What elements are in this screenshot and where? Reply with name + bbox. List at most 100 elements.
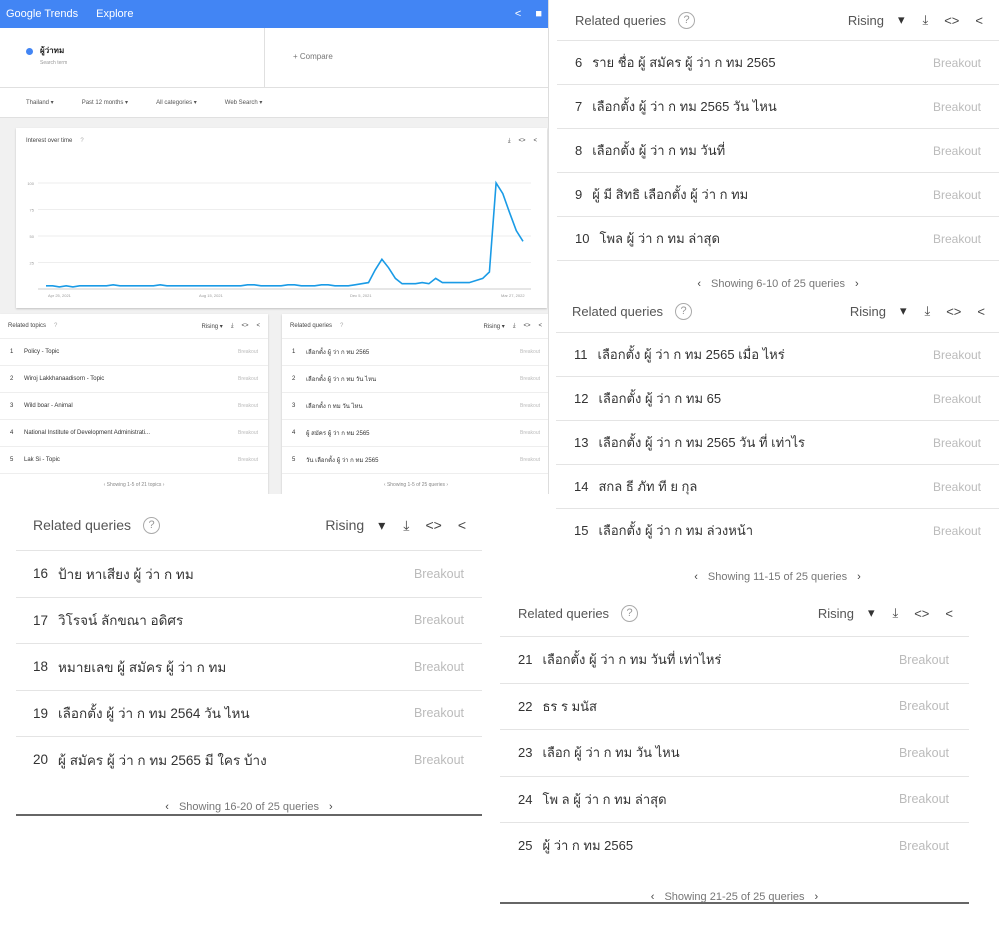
query-row[interactable]: 12 เลือกตั้ง ผู้ ว่า ก ทม 65 Breakout	[556, 376, 999, 420]
rising-dropdown[interactable]: Rising	[850, 304, 886, 319]
chevron-left-icon[interactable]: ‹	[651, 891, 655, 903]
compare-button[interactable]: + Compare	[265, 28, 333, 87]
query-row[interactable]: 4 ผู้ สมัคร ผู้ ว่า ก ทม 2565 Breakout	[282, 419, 548, 446]
query-row[interactable]: 5 วัน เลือกตั้ง ผู้ ว่า ก ทม 2565 Breakout	[282, 446, 548, 473]
download-icon[interactable]: ⤓	[892, 605, 898, 621]
query-row[interactable]: 13 เลือกตั้ง ผู้ ว่า ก ทม 2565 วัน ที่ เท…	[556, 420, 999, 464]
help-icon[interactable]: ?	[143, 516, 161, 534]
row-label[interactable]: เลือกตั้ง ผู้ ว่า ก ทม วันที่	[592, 140, 933, 161]
chevron-down-icon[interactable]: ▾	[898, 12, 905, 28]
row-label[interactable]: เลือกตั้ง ผู้ ว่า ก ทม วัน ไหน	[306, 374, 520, 384]
row-label[interactable]: เลือกตั้ง ผู้ ว่า ก ทม วันที่ เท่าไหร่	[542, 649, 899, 670]
embed-icon[interactable]: <>	[914, 606, 929, 621]
query-row[interactable]: 2 เลือกตั้ง ผู้ ว่า ก ทม วัน ไหน Breakout	[282, 365, 548, 392]
row-label[interactable]: สกล ธี ภัท ที ย กุล	[598, 476, 933, 497]
query-row[interactable]: 14 สกล ธี ภัท ที ย กุล Breakout	[556, 464, 999, 508]
chevron-down-icon[interactable]: ▾	[378, 517, 385, 534]
share-icon[interactable]: <	[256, 323, 260, 329]
row-label[interactable]: ผู้ มี สิทธิ เลือกตั้ง ผู้ ว่า ก ทม	[592, 184, 933, 205]
topic-row[interactable]: 1 Policy - Topic Breakout	[0, 338, 268, 365]
share-icon[interactable]: <	[515, 8, 521, 20]
query-row[interactable]: 19 เลือกตั้ง ผู้ ว่า ก ทม 2564 วัน ไหน Bre…	[16, 689, 482, 737]
filter-category[interactable]: All categories ▾	[156, 99, 197, 106]
help-icon[interactable]: ?	[621, 604, 639, 622]
rising-dropdown[interactable]: Rising ▾	[483, 323, 504, 330]
embed-icon[interactable]: <>	[425, 517, 441, 533]
share-icon[interactable]: <	[538, 323, 542, 329]
search-term-card[interactable]: ผู้ว่าทม Search term	[0, 28, 265, 87]
embed-icon[interactable]: <>	[944, 13, 959, 28]
query-row[interactable]: 15 เลือกตั้ง ผู้ ว่า ก ทม ล่วงหน้า Breakou…	[556, 508, 999, 552]
row-label[interactable]: Lak Si - Topic	[24, 457, 238, 463]
download-icon[interactable]: ⤓	[231, 323, 234, 330]
row-label[interactable]: Wiroj Lakkhanaadisorn - Topic	[24, 376, 238, 382]
row-label[interactable]: ธร ร มนัส	[542, 696, 899, 717]
row-label[interactable]: เลือก ผู้ ว่า ก ทม วัน ไหน	[542, 742, 899, 763]
query-row[interactable]: 24 โพ ล ผู้ ว่า ก ทม ล่าสุด Breakout	[500, 775, 969, 823]
row-label[interactable]: โพล ผู้ ว่า ก ทม ล่าสุด	[599, 228, 933, 249]
help-icon[interactable]: ?	[340, 323, 343, 329]
query-row[interactable]: 7 เลือกตั้ง ผู้ ว่า ก ทม 2565 วัน ไหน Brea…	[557, 84, 999, 128]
chevron-right-icon[interactable]: ›	[855, 278, 859, 290]
chevron-down-icon[interactable]: ▾	[868, 605, 875, 621]
rising-dropdown[interactable]: Rising ▾	[201, 323, 222, 330]
row-label[interactable]: วัน เลือกตั้ง ผู้ ว่า ก ทม 2565	[306, 455, 520, 465]
google-trends-logo[interactable]: Google Trends	[6, 8, 78, 20]
row-label[interactable]: Policy - Topic	[24, 349, 238, 355]
feedback-icon[interactable]: ■	[535, 8, 542, 20]
row-label[interactable]: หมายเลข ผู้ สมัคร ผู้ ว่า ก ทม	[58, 656, 414, 678]
query-row[interactable]: 6 ราย ชื่อ ผู้ สมัคร ผู้ ว่า ก ทม 2565 Bre…	[557, 40, 999, 84]
help-icon[interactable]: ?	[675, 302, 693, 320]
topic-row[interactable]: 4 National Institute of Development Admin…	[0, 419, 268, 446]
share-icon[interactable]: <	[975, 13, 983, 28]
row-label[interactable]: เลือกตั้ง ก ทม วัน ไหน	[306, 401, 520, 411]
query-row[interactable]: 17 วิโรจน์ ลักขณา อดิศร Breakout	[16, 596, 482, 644]
chevron-right-icon[interactable]: ›	[857, 571, 861, 583]
share-icon[interactable]: <	[977, 304, 985, 319]
download-icon[interactable]: ⤓	[508, 138, 511, 145]
query-row[interactable]: 9 ผู้ มี สิทธิ เลือกตั้ง ผู้ ว่า ก ทม Brea…	[557, 172, 999, 216]
embed-icon[interactable]: <>	[946, 304, 961, 319]
chevron-right-icon[interactable]: ›	[329, 801, 333, 813]
rising-dropdown[interactable]: Rising	[818, 606, 854, 621]
share-icon[interactable]: <	[945, 606, 953, 621]
row-label[interactable]: เลือกตั้ง ผู้ ว่า ก ทม 2565 วัน ที่ เท่า…	[598, 432, 933, 453]
query-row[interactable]: 16 ป้าย หาเสียง ผู้ ว่า ก ทม Breakout	[16, 550, 482, 597]
row-label[interactable]: ป้าย หาเสียง ผู้ ว่า ก ทม	[58, 563, 414, 585]
chevron-right-icon[interactable]: ›	[815, 891, 819, 903]
topic-row[interactable]: 2 Wiroj Lakkhanaadisorn - Topic Breakout	[0, 365, 268, 392]
rising-dropdown[interactable]: Rising	[325, 517, 364, 533]
row-label[interactable]: เลือกตั้ง ผู้ ว่า ก ทม 2565	[306, 347, 520, 357]
download-icon[interactable]: ⤓	[922, 12, 928, 28]
row-label[interactable]: ราย ชื่อ ผู้ สมัคร ผู้ ว่า ก ทม 2565	[592, 52, 933, 73]
chevron-left-icon[interactable]: ‹	[697, 278, 701, 290]
topics-pagination[interactable]: ‹ Showing 1-5 of 21 topics ›	[0, 473, 268, 494]
embed-icon[interactable]: <>	[241, 323, 248, 329]
help-icon[interactable]: ?	[678, 11, 696, 29]
row-label[interactable]: เลือกตั้ง ผู้ ว่า ก ทม 2565 เมื่อ ไหร่	[598, 344, 933, 365]
query-row[interactable]: 25 ผู้ ว่า ก ทม 2565 Breakout	[500, 822, 969, 869]
help-icon[interactable]: ?	[54, 323, 57, 329]
query-row[interactable]: 21 เลือกตั้ง ผู้ ว่า ก ทม วันที่ เท่าไหร่…	[500, 636, 969, 683]
topic-row[interactable]: 3 Wild boar - Animal Breakout	[0, 392, 268, 419]
download-icon[interactable]: ⤓	[513, 323, 516, 330]
query-row[interactable]: 10 โพล ผู้ ว่า ก ทม ล่าสุด Breakout	[557, 216, 999, 260]
share-icon[interactable]: <	[458, 517, 466, 533]
row-label[interactable]: ผู้ สมัคร ผู้ ว่า ก ทม 2565	[306, 428, 520, 438]
filter-search-type[interactable]: Web Search ▾	[225, 99, 263, 106]
embed-icon[interactable]: <>	[518, 138, 525, 145]
row-label[interactable]: ผู้ ว่า ก ทม 2565	[542, 835, 899, 856]
chevron-left-icon[interactable]: ‹	[694, 571, 698, 583]
chevron-left-icon[interactable]: ‹	[165, 801, 169, 813]
row-label[interactable]: วิโรจน์ ลักขณา อดิศร	[58, 609, 414, 631]
query-row[interactable]: 18 หมายเลข ผู้ สมัคร ผู้ ว่า ก ทม Breakout	[16, 643, 482, 690]
download-icon[interactable]: ⤓	[924, 303, 930, 319]
query-row[interactable]: 3 เลือกตั้ง ก ทม วัน ไหน Breakout	[282, 392, 548, 419]
chevron-down-icon[interactable]: ▾	[900, 303, 907, 319]
row-label[interactable]: เลือกตั้ง ผู้ ว่า ก ทม 2565 วัน ไหน	[592, 96, 933, 117]
query-row[interactable]: 1 เลือกตั้ง ผู้ ว่า ก ทม 2565 Breakout	[282, 338, 548, 365]
row-label[interactable]: เลือกตั้ง ผู้ ว่า ก ทม 2564 วัน ไหน	[58, 702, 414, 724]
query-row[interactable]: 22 ธร ร มนัส Breakout	[500, 682, 969, 730]
filter-time[interactable]: Past 12 months ▾	[82, 99, 128, 106]
filter-region[interactable]: Thailand ▾	[26, 99, 54, 106]
